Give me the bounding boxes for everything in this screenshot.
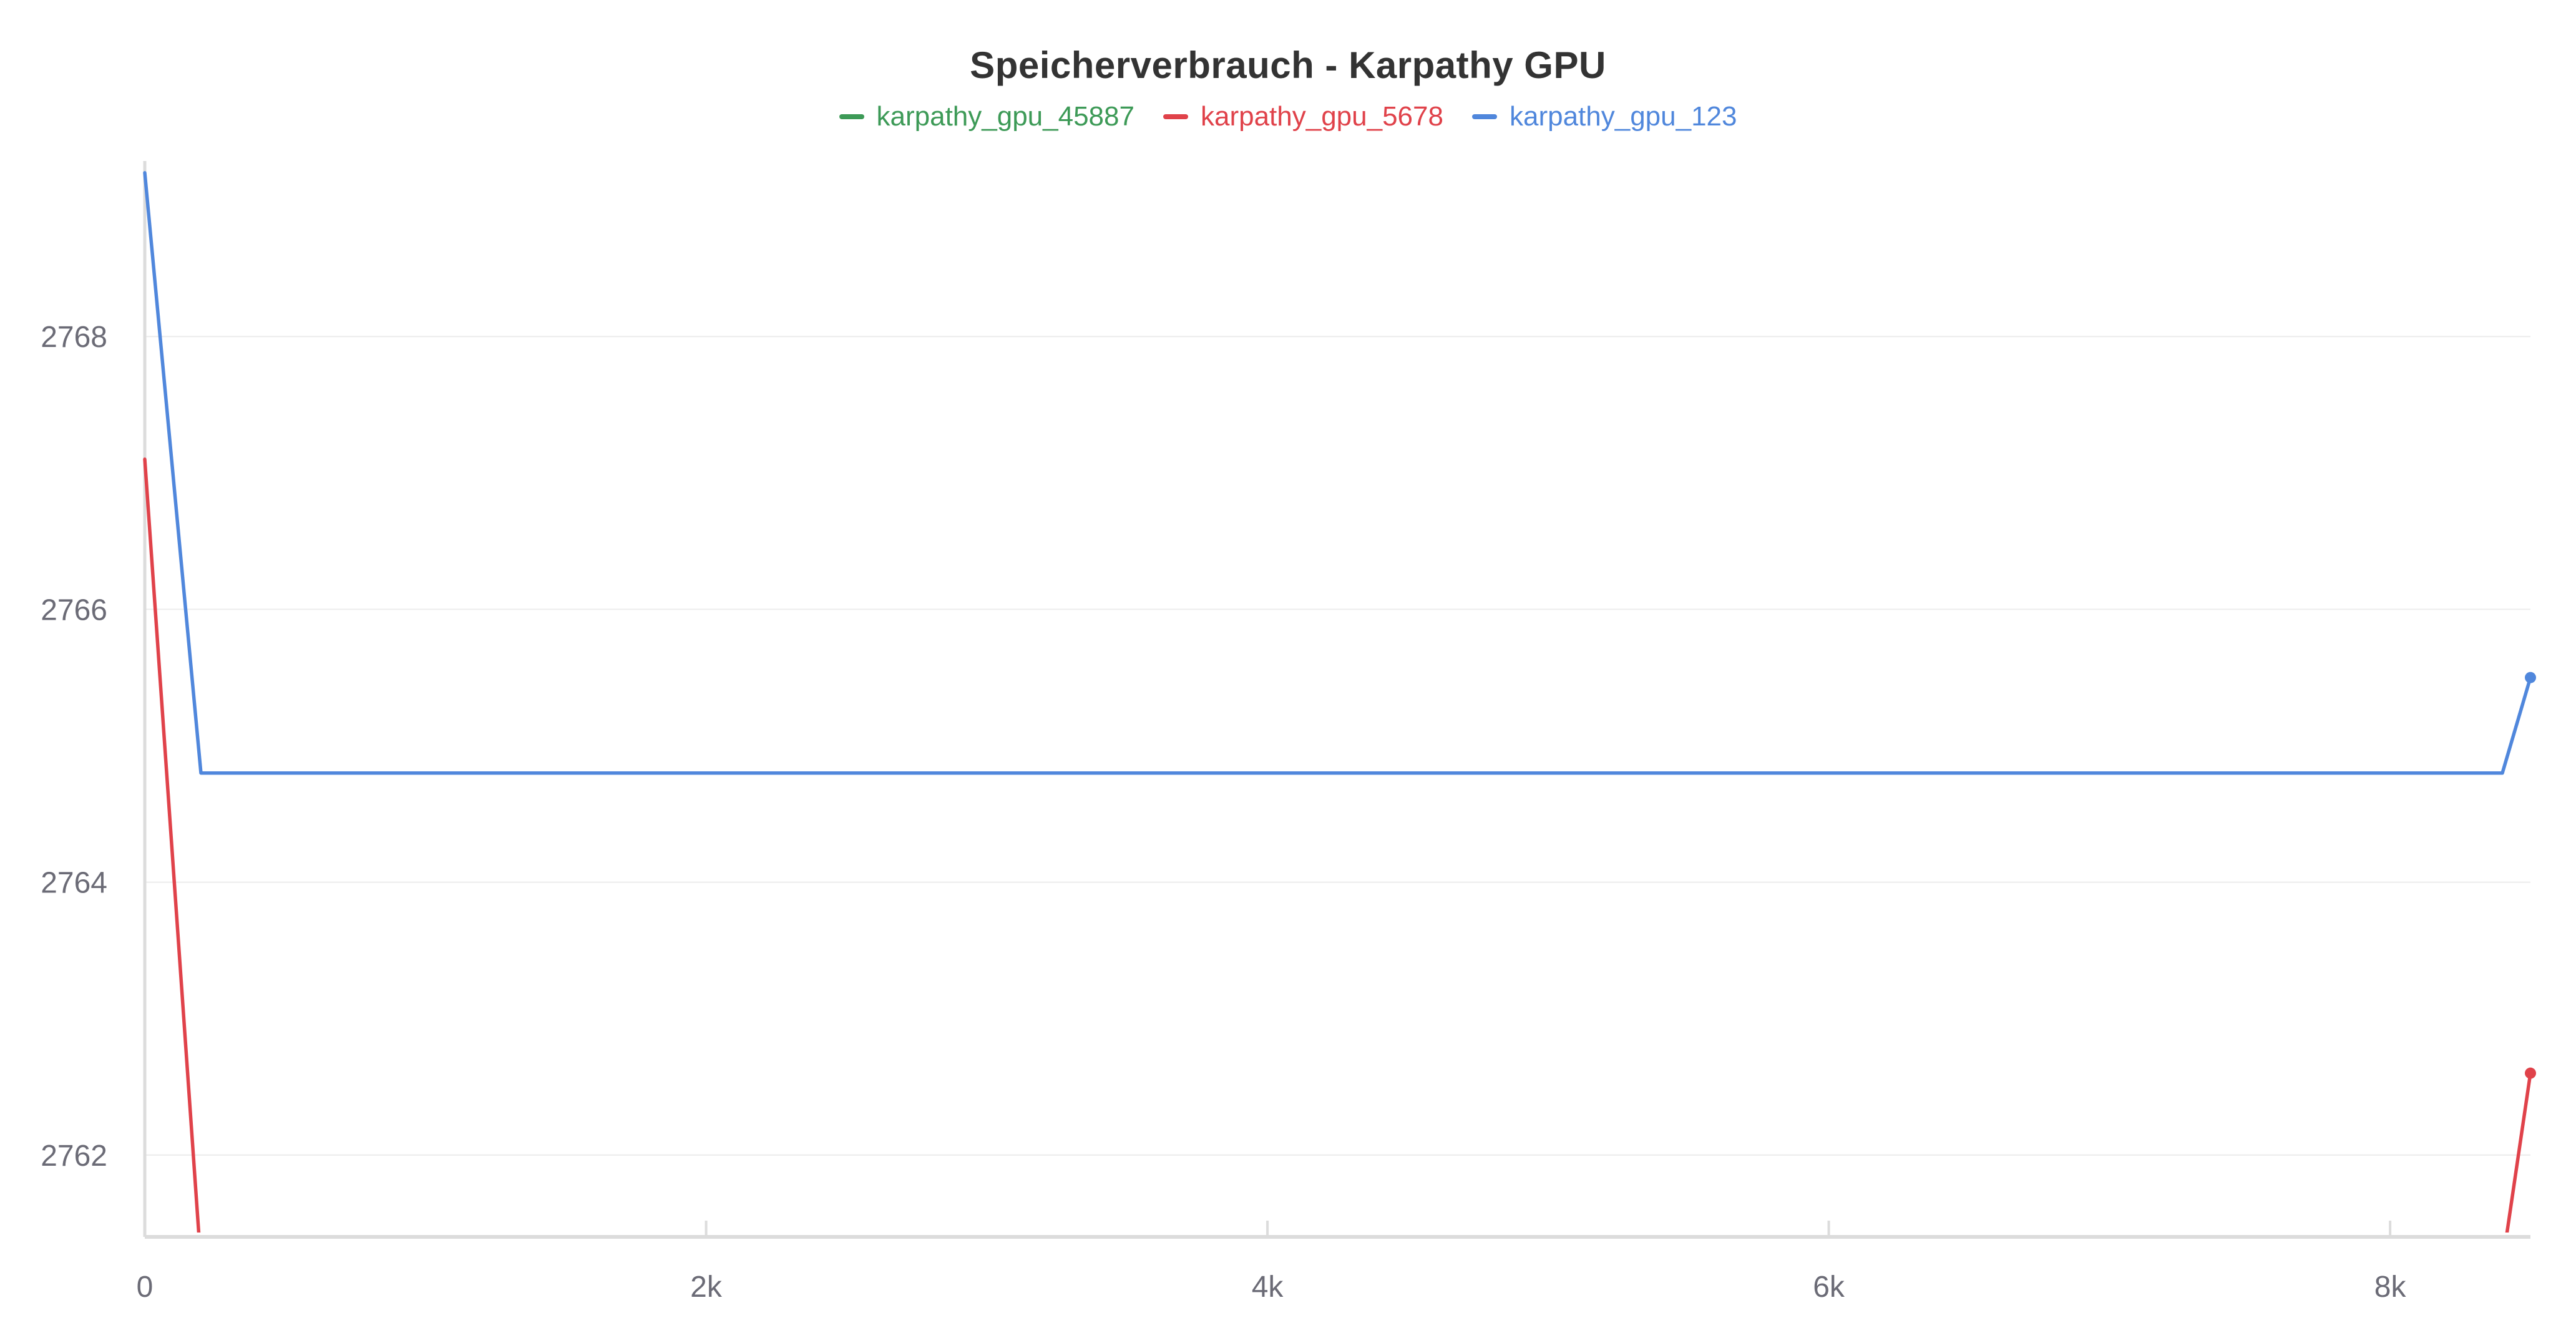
grid-lines — [145, 336, 2530, 1156]
chart-container: Speicherverbrauch - Karpathy GPU karpath… — [0, 0, 2576, 1328]
y-tick-label: 2764 — [41, 867, 107, 900]
series-line-karpathy-gpu-5678 — [143, 457, 2532, 1233]
plot-area: 2762 2764 2766 2768 0 2k 4k 6k 8k — [41, 161, 2536, 1304]
x-tick-label: 0 — [137, 1271, 154, 1304]
y-tick-label: 2766 — [41, 593, 107, 627]
x-tick-label: 2k — [690, 1271, 723, 1304]
x-tick-label: 6k — [1813, 1271, 1845, 1304]
axes — [143, 161, 2530, 1239]
y-tick-label: 2762 — [41, 1140, 107, 1173]
x-tick-label: 4k — [1252, 1271, 1284, 1304]
series-end-point-karpathy-gpu-5678 — [2525, 1067, 2536, 1079]
y-tick-label: 2768 — [41, 321, 107, 354]
tick-labels: 2762 2764 2766 2768 0 2k 4k 6k 8k — [41, 321, 2406, 1304]
series-end-points — [2525, 671, 2536, 1079]
x-tick-label: 8k — [2374, 1271, 2407, 1304]
series-end-point-karpathy-gpu-123 — [2525, 671, 2536, 683]
series-line-karpathy-gpu-123 — [143, 171, 2532, 775]
